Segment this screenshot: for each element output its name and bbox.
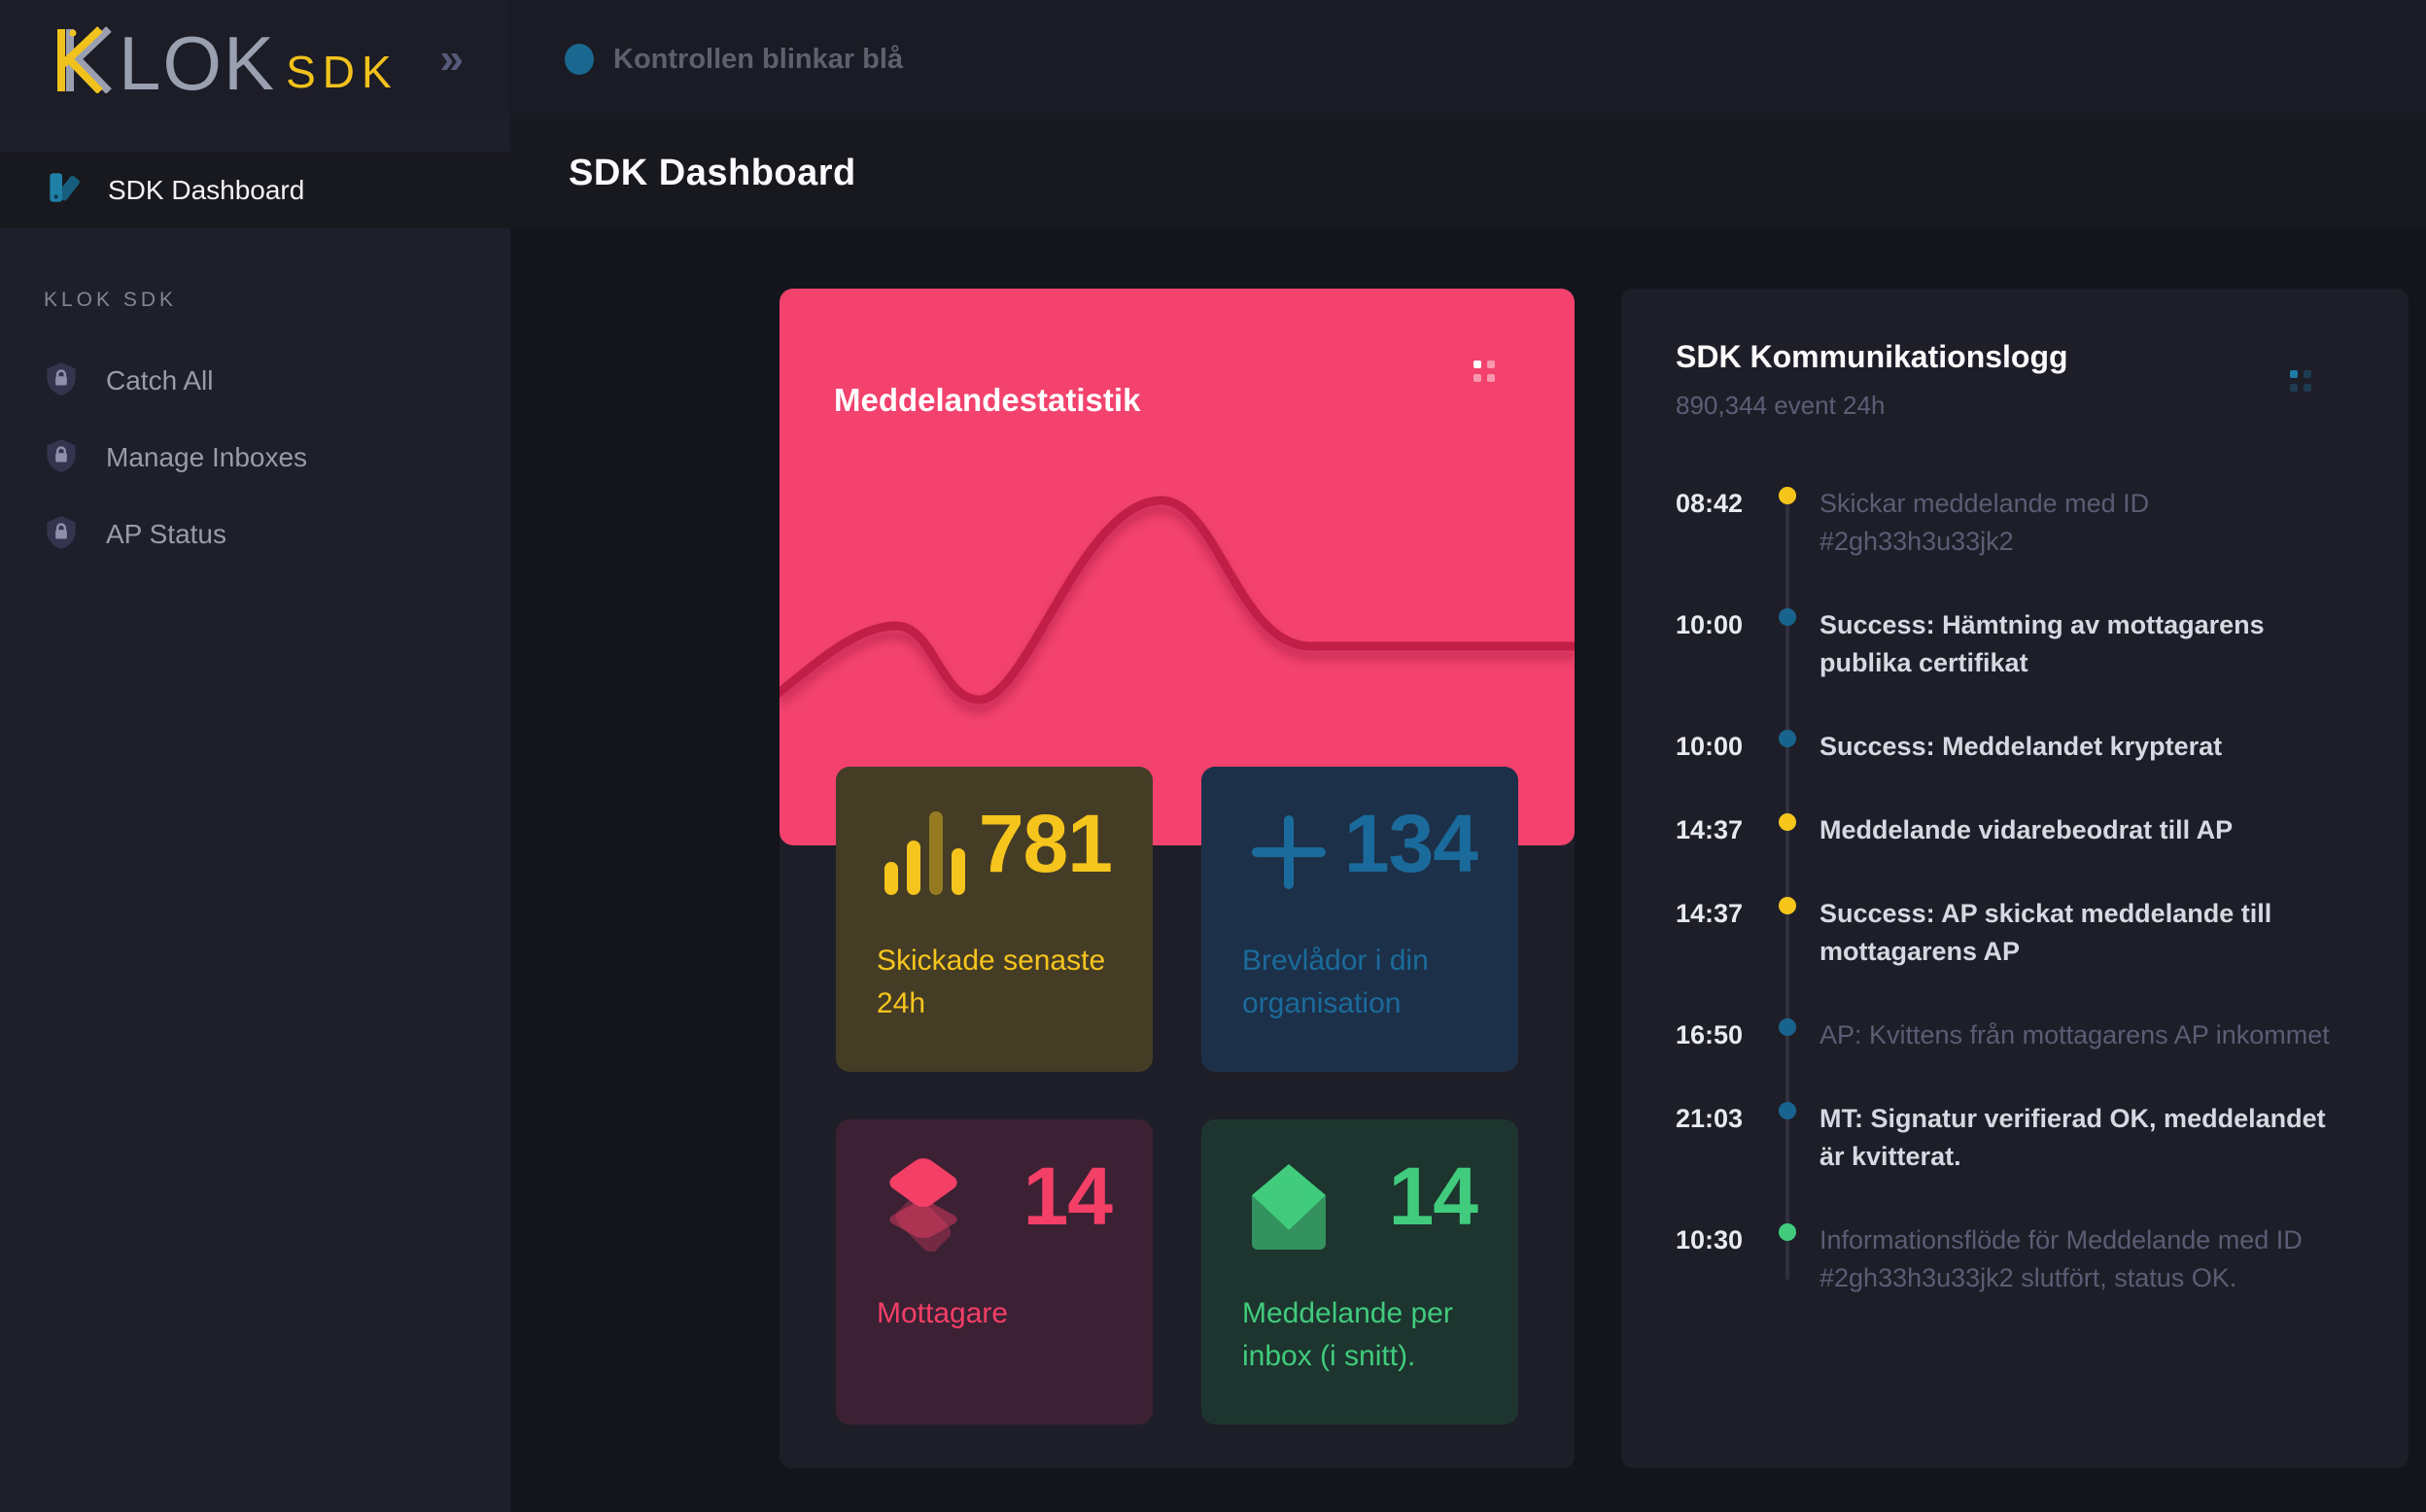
status-ring-icon bbox=[1779, 487, 1796, 504]
sidebar-item-label: Manage Inboxes bbox=[106, 442, 307, 473]
statistics-sparkline bbox=[780, 289, 1575, 845]
statistics-card-title: Meddelandestatistik bbox=[834, 382, 1520, 419]
log-text: Meddelande vidarebeodrat till AP bbox=[1820, 811, 2233, 849]
main-content: Meddelandestatistik bbox=[510, 228, 2426, 1512]
status-ring-icon bbox=[1779, 1018, 1796, 1036]
log-text: MT: Signatur verifierad OK, meddelandet … bbox=[1820, 1100, 2349, 1176]
log-text: AP: Kvittens från mottagarens AP inkomme… bbox=[1820, 1016, 2330, 1054]
layers-icon bbox=[877, 1158, 974, 1255]
stat-value: 14 bbox=[1023, 1158, 1112, 1234]
envelope-open-icon bbox=[1242, 1158, 1339, 1255]
log-text: Success: Meddelandet krypterat bbox=[1820, 728, 2222, 766]
log-title: SDK Kommunikationslogg bbox=[1676, 339, 2354, 375]
sidebar-active-band: SDK Dashboard bbox=[0, 119, 510, 228]
app-window: LOK SDK » Kontrollen blinkar blå SDK Das… bbox=[0, 0, 2426, 1512]
log-entry[interactable]: 08:42 Skickar meddelande med ID #2gh33h3… bbox=[1676, 485, 2354, 561]
logo-area: LOK SDK » bbox=[0, 0, 510, 119]
bar-chart-icon bbox=[877, 806, 974, 903]
sparkline-path bbox=[780, 500, 1575, 702]
shield-lock-icon bbox=[44, 515, 79, 555]
topbar-status-text: Kontrollen blinkar blå bbox=[613, 44, 903, 76]
sidebar-item-label: AP Status bbox=[106, 519, 226, 550]
status-ring-icon bbox=[1779, 730, 1796, 747]
stat-label: Skickade senaste 24h bbox=[877, 940, 1110, 1025]
log-time: 14:37 bbox=[1676, 811, 1761, 849]
shield-lock-icon bbox=[44, 438, 79, 478]
sidebar: KLOK SDK Catch All bbox=[0, 228, 510, 1512]
status-ring-icon bbox=[1779, 1223, 1796, 1241]
stat-tile-avg-per-inbox[interactable]: 14 Meddelande per inbox (i snitt). bbox=[1201, 1119, 1518, 1425]
log-time: 10:00 bbox=[1676, 606, 1761, 644]
log-time: 10:30 bbox=[1676, 1221, 1761, 1259]
status-ring-icon bbox=[1779, 608, 1796, 626]
log-subtitle: 890,344 event 24h bbox=[1676, 391, 2354, 421]
status-dot-icon bbox=[565, 44, 594, 75]
status-ring-icon bbox=[1779, 1102, 1796, 1119]
topbar: Kontrollen blinkar blå bbox=[510, 0, 2426, 119]
brand-suffix: SDK bbox=[286, 47, 399, 97]
log-time: 21:03 bbox=[1676, 1100, 1761, 1138]
message-statistics-card: Meddelandestatistik bbox=[780, 289, 1575, 845]
log-text: Success: AP skickat meddelande till mott… bbox=[1820, 895, 2349, 971]
log-entry[interactable]: 21:03 MT: Signatur verifierad OK, meddel… bbox=[1676, 1100, 2354, 1176]
log-timeline: 08:42 Skickar meddelande med ID #2gh33h3… bbox=[1676, 485, 2354, 1297]
sidebar-item-catch-all[interactable]: Catch All bbox=[44, 355, 510, 407]
sidebar-item-manage-inboxes[interactable]: Manage Inboxes bbox=[44, 431, 510, 484]
sidebar-item-label: Catch All bbox=[106, 365, 214, 396]
log-text: Informationsflöde för Meddelande med ID … bbox=[1820, 1221, 2349, 1297]
drag-grid-icon[interactable] bbox=[2290, 370, 2311, 392]
status-ring-icon bbox=[1779, 897, 1796, 914]
log-entry[interactable]: 10:30 Informationsflöde för Meddelande m… bbox=[1676, 1221, 2354, 1297]
status-ring-icon bbox=[1779, 813, 1796, 831]
stat-value: 134 bbox=[1344, 806, 1477, 881]
stat-tile-inboxes[interactable]: 134 Brevlådor i din organisation bbox=[1201, 767, 1518, 1072]
sidebar-item-label: SDK Dashboard bbox=[108, 175, 304, 206]
brand-text: LOK bbox=[119, 29, 276, 97]
stat-tile-sent-24h[interactable]: 781 Skickade senaste 24h bbox=[836, 767, 1153, 1072]
stat-label: Mottagare bbox=[877, 1292, 1110, 1335]
log-entry[interactable]: 10:00 Success: Hämtning av mottagarens p… bbox=[1676, 606, 2354, 682]
page-title: SDK Dashboard bbox=[569, 153, 856, 194]
page-header: SDK Dashboard bbox=[510, 119, 2426, 228]
log-time: 10:00 bbox=[1676, 728, 1761, 766]
swatch-icon bbox=[44, 169, 81, 211]
log-time: 08:42 bbox=[1676, 485, 1761, 523]
stat-tile-recipients[interactable]: 14 Mottagare bbox=[836, 1119, 1153, 1425]
sidebar-item-ap-status[interactable]: AP Status bbox=[44, 508, 510, 561]
log-time: 14:37 bbox=[1676, 895, 1761, 933]
log-entry[interactable]: 16:50 AP: Kvittens från mottagarens AP i… bbox=[1676, 1016, 2354, 1054]
shield-lock-icon bbox=[44, 361, 79, 401]
log-entry[interactable]: 14:37 Meddelande vidarebeodrat till AP bbox=[1676, 811, 2354, 849]
plus-icon bbox=[1242, 806, 1339, 903]
stat-label: Brevlådor i din organisation bbox=[1242, 940, 1475, 1025]
log-entry[interactable]: 10:00 Success: Meddelandet krypterat bbox=[1676, 728, 2354, 766]
brand-k-glyph bbox=[47, 21, 119, 97]
log-text: Success: Hämtning av mottagarens publika… bbox=[1820, 606, 2349, 682]
log-time: 16:50 bbox=[1676, 1016, 1761, 1054]
stat-tiles: 781 Skickade senaste 24h 134 bbox=[836, 767, 1518, 1425]
sidebar-collapse-icon[interactable]: » bbox=[440, 35, 464, 84]
stat-value: 14 bbox=[1389, 1158, 1477, 1234]
log-text: Skickar meddelande med ID #2gh33h3u33jk2 bbox=[1820, 485, 2349, 561]
sidebar-section-label: KLOK SDK bbox=[44, 289, 510, 312]
brand-logo: LOK SDK bbox=[47, 21, 399, 97]
communication-log-card: SDK Kommunikationslogg 890,344 event 24h… bbox=[1621, 289, 2409, 1468]
message-statistics-panel: Meddelandestatistik bbox=[780, 289, 1575, 1468]
log-entry[interactable]: 14:37 Success: AP skickat meddelande til… bbox=[1676, 895, 2354, 971]
stat-value: 781 bbox=[979, 806, 1112, 881]
stat-label: Meddelande per inbox (i snitt). bbox=[1242, 1292, 1475, 1378]
sidebar-item-sdk-dashboard[interactable]: SDK Dashboard bbox=[0, 152, 510, 228]
